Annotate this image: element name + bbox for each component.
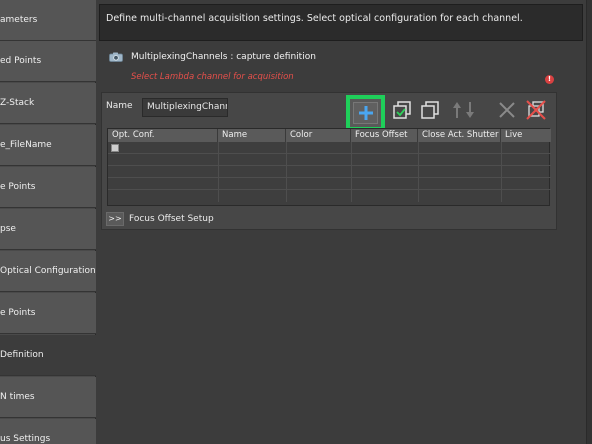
focus-offset-setup-row: >> Focus Offset Setup [106,211,214,227]
app-window: ameters ed Points Z-Stack e_FileName e P… [0,0,592,444]
sidebar-item-focus-settings[interactable]: us Settings [0,419,96,444]
plus-icon [358,106,373,120]
move-up-down-button[interactable] [452,98,476,122]
table-row[interactable] [108,166,551,178]
sidebar: ameters ed Points Z-Stack e_FileName e P… [0,0,96,444]
column-header-color[interactable]: Color [286,129,351,142]
channel-panel: Name MultiplexingChanne Opt. Conf. Name … [101,92,557,230]
add-channel-button[interactable] [346,95,385,131]
sidebar-item-points-a[interactable]: e Points [0,167,96,208]
capture-warning: Select Lambda channel for acquisition [131,72,294,82]
camera-icon [109,52,123,62]
table-row[interactable] [108,190,551,202]
table-row[interactable] [108,178,551,190]
name-input[interactable]: MultiplexingChanne [142,98,228,117]
sidebar-item-parameters[interactable]: ameters [0,0,96,41]
sidebar-item-label: us Settings [0,434,51,444]
sidebar-item-label: ameters [0,15,38,25]
column-header-live[interactable]: Live [501,129,551,142]
delete-all-button[interactable] [524,98,548,122]
row-checkbox[interactable] [111,144,119,152]
sidebar-item-label: Definition [0,350,44,360]
expand-focus-offset-button[interactable]: >> [106,212,124,226]
copy-button[interactable] [418,98,442,122]
delete-all-icon [526,100,546,120]
delete-button[interactable] [495,98,519,122]
column-header-close-act-shutter[interactable]: Close Act. Shutter [418,129,501,142]
capture-header: MultiplexingChannels : capture definitio… [101,44,557,90]
table-row[interactable] [108,142,551,154]
table-row[interactable] [108,154,551,166]
column-header-focus-offset[interactable]: Focus Offset [351,129,418,142]
sidebar-item-points-b[interactable]: e Points [0,293,96,334]
scrollbar[interactable] [586,0,592,444]
description-bar: Define multi-channel acquisition setting… [99,4,583,41]
checked-copy-icon [393,101,411,119]
sidebar-item-label: N times [0,392,35,402]
capture-title: MultiplexingChannels : capture definitio… [131,52,316,62]
sidebar-item-label: pse [0,224,16,234]
sidebar-item-definition[interactable]: Definition [0,335,96,376]
sidebar-item-timelapse[interactable]: pse [0,209,96,250]
focus-offset-setup-label: Focus Offset Setup [129,214,214,224]
name-label: Name [106,101,133,111]
copy-checked-button[interactable] [390,98,414,122]
column-header-opt-conf[interactable]: Opt. Conf. [108,129,218,142]
description-text: Define multi-channel acquisition setting… [106,13,523,24]
copy-icon [421,101,439,119]
column-header-name[interactable]: Name [218,129,286,142]
table-header: Opt. Conf. Name Color Focus Offset Close… [108,129,551,142]
error-indicator-icon: ! [545,75,554,84]
sidebar-item-label: Optical Configuration [0,266,96,276]
sidebar-item-label: Z-Stack [0,98,35,108]
sidebar-item-fixed-points[interactable]: ed Points [0,41,96,82]
sidebar-item-label: e Points [0,308,36,318]
sidebar-item-n-times[interactable]: N times [0,377,96,418]
sidebar-item-filename[interactable]: e_FileName [0,125,96,166]
delete-icon [499,102,515,118]
sidebar-item-z-stack[interactable]: Z-Stack [0,83,96,124]
channel-table: Opt. Conf. Name Color Focus Offset Close… [107,128,551,206]
sidebar-item-label: e Points [0,182,36,192]
sidebar-item-label: ed Points [0,56,42,66]
move-up-down-icon [453,102,474,118]
sidebar-item-optical-configuration[interactable]: Optical Configuration [0,251,96,292]
sidebar-item-label: e_FileName [0,140,52,150]
